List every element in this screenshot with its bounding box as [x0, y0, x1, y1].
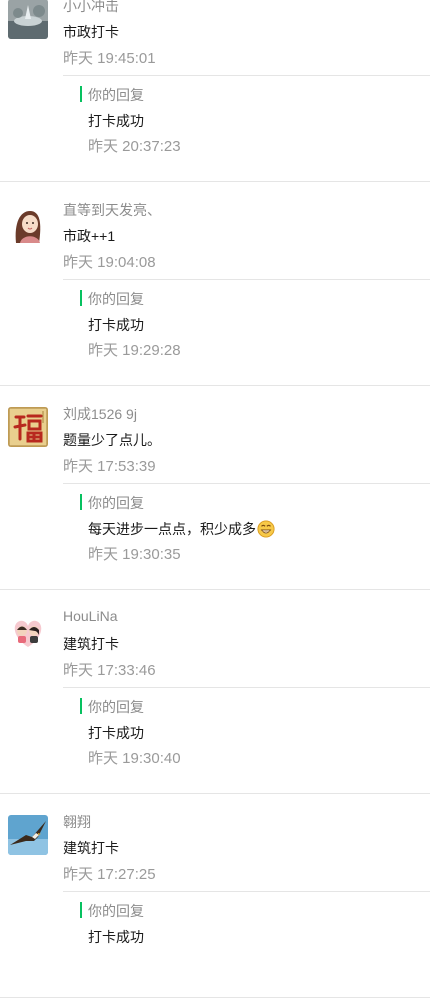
reply-accent-bar: [80, 290, 82, 306]
comment-message: 题量少了点儿。: [63, 432, 161, 448]
commenter-name[interactable]: 翱翔: [63, 812, 91, 832]
reply-text: 打卡成功: [88, 113, 144, 129]
reply-label: 你的回复: [88, 903, 144, 919]
comment-item: HouLiNa 建筑打卡 昨天 17:33:46 你的回复 打卡成功 昨天 19…: [0, 590, 430, 794]
comment-item: 刘成1526 9j 题量少了点儿。 昨天 17:53:39 你的回复 每天进步一…: [0, 386, 430, 590]
reply-label: 你的回复: [88, 699, 144, 715]
comment-message: 建筑打卡: [63, 840, 119, 856]
comment-item: 翱翔 建筑打卡 昨天 17:27:25 你的回复 打卡成功: [0, 794, 430, 998]
commenter-name[interactable]: 小小冲击: [63, 0, 119, 16]
reply-time: 昨天 19:30:35: [88, 546, 181, 563]
fu-character-avatar[interactable]: [8, 407, 48, 447]
reply-text: 打卡成功: [88, 929, 144, 945]
comment-time: 昨天 17:53:39: [63, 458, 156, 475]
comment-item: 直等到天发亮、 市政++1 昨天 19:04:08 你的回复 打卡成功 昨天 1…: [0, 182, 430, 386]
reply-accent-bar: [80, 698, 82, 714]
comment-time: 昨天 19:04:08: [63, 254, 156, 271]
reply-label: 你的回复: [88, 495, 144, 511]
commenter-name[interactable]: 刘成1526 9j: [63, 404, 137, 424]
commenter-name[interactable]: 直等到天发亮、: [63, 200, 161, 220]
comment-time: 昨天 19:45:01: [63, 50, 156, 67]
comment-time: 昨天 17:27:25: [63, 866, 156, 883]
reply-text: 打卡成功: [88, 725, 144, 741]
reply-divider: [63, 891, 430, 892]
comment-item: 小小冲击 市政打卡 昨天 19:45:01 你的回复 打卡成功 昨天 20:37…: [0, 0, 430, 182]
couple-cartoon-avatar[interactable]: [8, 611, 48, 651]
reply-accent-bar: [80, 902, 82, 918]
reply-accent-bar: [80, 86, 82, 102]
fountain-avatar[interactable]: [8, 0, 48, 39]
reply-divider: [63, 687, 430, 688]
comment-time: 昨天 17:33:46: [63, 662, 156, 679]
comment-message: 市政++1: [63, 228, 116, 244]
reply-label: 你的回复: [88, 87, 144, 103]
grin-emoji-icon: [257, 520, 275, 538]
reply-divider: [63, 75, 430, 76]
girl-illustration-avatar[interactable]: [8, 203, 48, 243]
reply-text: 每天进步一点点，积少成多: [88, 519, 275, 539]
reply-time: 昨天 19:30:40: [88, 750, 181, 767]
reply-divider: [63, 279, 430, 280]
commenter-name[interactable]: HouLiNa: [63, 608, 117, 624]
reply-text: 打卡成功: [88, 317, 144, 333]
reply-time: 昨天 19:29:28: [88, 342, 181, 359]
eagle-avatar[interactable]: [8, 815, 48, 855]
reply-divider: [63, 483, 430, 484]
comment-message: 建筑打卡: [63, 636, 119, 652]
reply-time: 昨天 20:37:23: [88, 138, 181, 155]
reply-label: 你的回复: [88, 291, 144, 307]
reply-accent-bar: [80, 494, 82, 510]
reply-text-content: 每天进步一点点，积少成多: [88, 521, 256, 537]
comment-list: 小小冲击 市政打卡 昨天 19:45:01 你的回复 打卡成功 昨天 20:37…: [0, 0, 430, 998]
comment-message: 市政打卡: [63, 24, 119, 40]
